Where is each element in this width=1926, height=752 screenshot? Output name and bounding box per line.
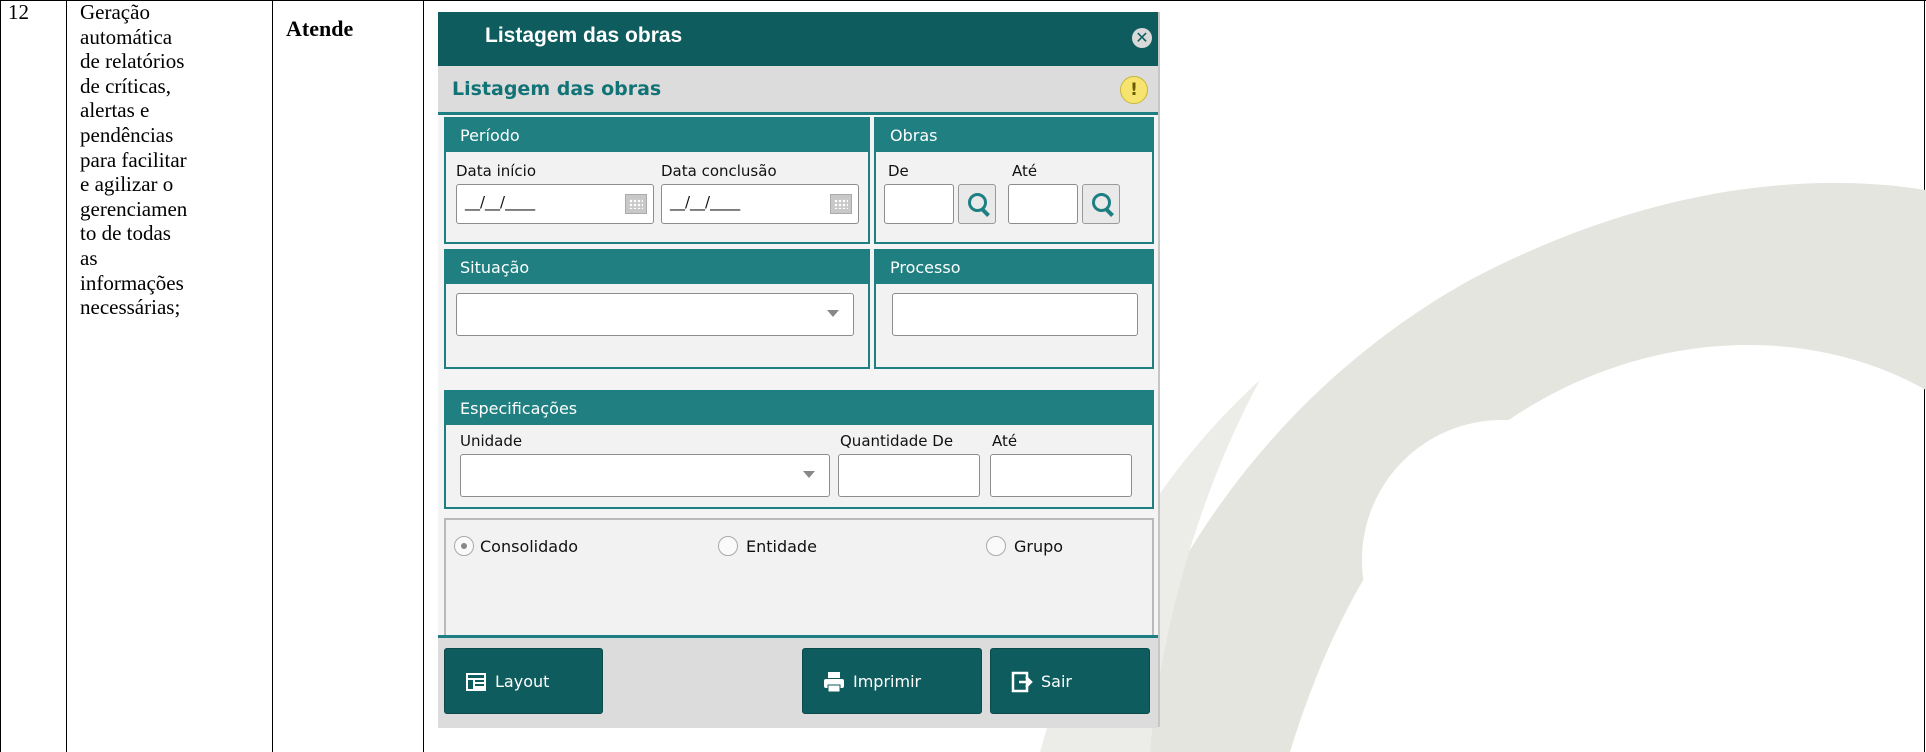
table-top-border [0,0,1926,1]
especificacoes-heading: Especificações [446,392,1152,425]
obras-from-label: De [888,162,909,180]
entidade-radio[interactable] [718,536,738,556]
calendar-icon[interactable] [830,194,852,214]
obras-from-input[interactable] [884,184,954,224]
processo-heading: Processo [876,251,1152,284]
close-icon[interactable]: ✕ [1132,28,1152,48]
processo-input[interactable] [892,293,1138,336]
dialog-titlebar: Listagem das obras ✕ [438,12,1158,66]
warning-icon[interactable]: ! [1120,76,1148,104]
obras-heading: Obras [876,119,1152,152]
quantidade-from-input[interactable] [838,454,980,497]
layout-icon [466,673,486,691]
compliance-status: Atende [286,16,354,41]
unidade-label: Unidade [460,432,523,450]
situacao-heading: Situação [446,251,868,284]
end-date-label: Data conclusão [661,162,777,180]
consolidado-label: Consolidado [480,537,579,556]
table-divider [66,0,67,752]
dialog-title: Listagem das obras [485,24,683,47]
dropdown-arrow-icon [803,471,815,478]
obras-to-label: Até [1012,162,1038,180]
search-icon[interactable] [958,184,996,224]
start-date-value: __/__/____ [465,193,536,211]
end-date-field[interactable]: __/__/____ [661,184,859,224]
dialog-footer: Layout Imprimir Sair [438,635,1158,728]
calendar-icon[interactable] [625,194,647,214]
listagem-obras-dialog: Listagem das obras ✕ Listagem das obras … [438,12,1160,728]
dialog-subheader: Listagem das obras ! [438,66,1158,115]
entidade-label: Entidade [746,537,817,556]
table-divider [423,0,424,752]
imprimir-label: Imprimir [853,672,922,691]
dropdown-arrow-icon [827,310,839,317]
consolidado-radio[interactable] [454,536,474,556]
layout-label: Layout [495,672,550,691]
imprimir-button[interactable]: Imprimir [802,648,982,714]
grupo-radio[interactable] [986,536,1006,556]
search-icon[interactable] [1082,184,1120,224]
quantidade-to-input[interactable] [990,454,1132,497]
sair-button[interactable]: Sair [990,648,1150,714]
processo-group: Processo [874,249,1154,369]
grupo-label: Grupo [1014,537,1064,556]
dialog-body: Período Data início Data conclusão __/__… [438,115,1158,638]
table-divider [272,0,273,752]
unidade-select[interactable] [460,454,830,497]
situacao-select[interactable] [456,293,854,336]
options-group: Consolidado Entidade Grupo [444,518,1154,638]
layout-button[interactable]: Layout [444,648,603,714]
sair-label: Sair [1041,672,1072,691]
watermark-logo [1040,182,1926,752]
row-number: 12 [8,0,29,24]
requirement-description: Geração automática de relatórios de crít… [80,0,188,320]
quantidade-from-label: Quantidade De [840,432,954,450]
obras-to-input[interactable] [1008,184,1078,224]
quantidade-to-label: Até [992,432,1018,450]
printer-icon [824,672,844,693]
exit-icon [1011,671,1033,693]
end-date-value: __/__/____ [670,193,741,211]
start-date-field[interactable]: __/__/____ [456,184,654,224]
start-date-label: Data início [456,162,537,180]
situacao-group: Situação [444,249,870,369]
dialog-subtitle: Listagem das obras [452,78,662,100]
obras-group: Obras De Até [874,117,1154,244]
periodo-heading: Período [446,119,868,152]
periodo-group: Período Data início Data conclusão __/__… [444,117,870,244]
table-border-left [0,0,1,752]
especificacoes-group: Especificações Unidade Quantidade De Até [444,390,1154,509]
